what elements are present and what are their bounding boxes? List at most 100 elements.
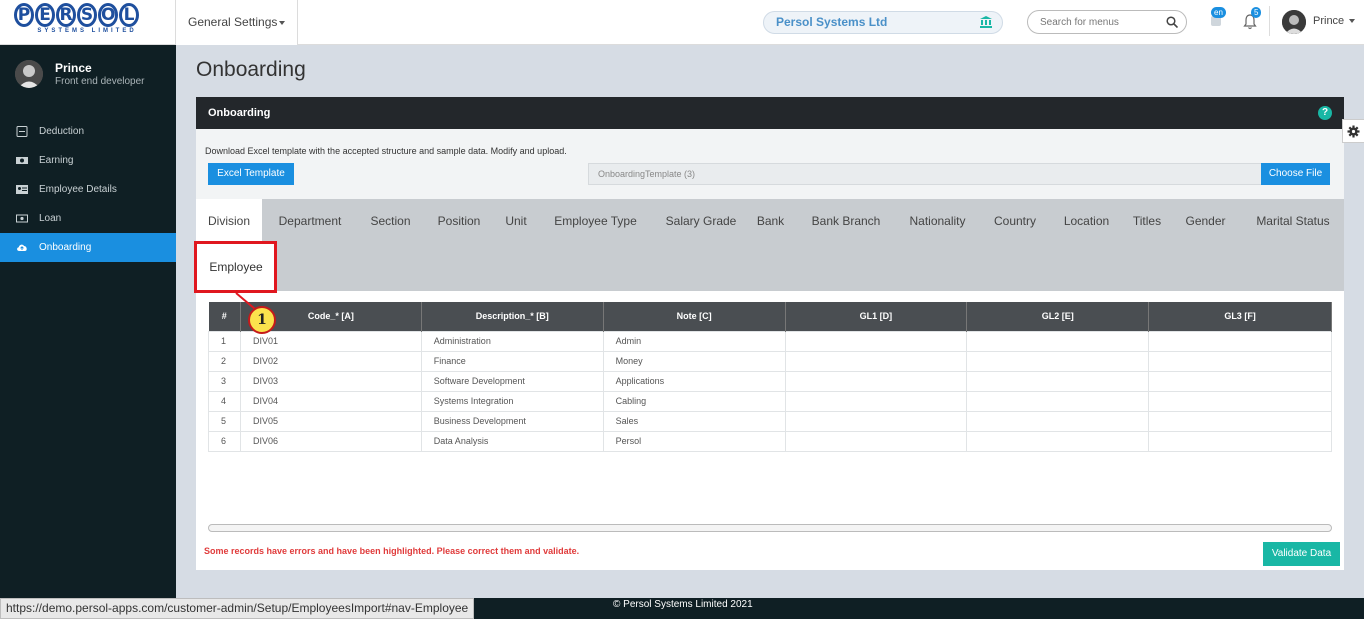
table-cell[interactable] xyxy=(966,350,1150,372)
tab-position[interactable]: Position xyxy=(424,199,494,243)
notification-badge: 5 xyxy=(1251,7,1262,18)
company-name: Persol Systems Ltd xyxy=(776,15,888,29)
table-cell[interactable]: 6 xyxy=(208,430,241,452)
tab-division[interactable]: Division xyxy=(196,199,262,243)
sidebar-item-onboarding[interactable]: Onboarding xyxy=(0,233,176,262)
table-cell[interactable]: Money xyxy=(602,350,786,372)
company-selector[interactable]: Persol Systems Ltd xyxy=(763,11,1003,34)
column-header[interactable]: # xyxy=(208,302,241,331)
column-header[interactable]: Note [C] xyxy=(603,302,786,331)
tab-unit[interactable]: Unit xyxy=(495,199,537,243)
table-cell[interactable]: DIV06 xyxy=(239,430,422,452)
table-cell[interactable] xyxy=(966,410,1150,432)
table-cell[interactable] xyxy=(784,430,968,452)
horizontal-scrollbar[interactable] xyxy=(208,524,1332,532)
minus-square-icon xyxy=(16,126,28,137)
settings-toggle[interactable] xyxy=(1342,119,1364,143)
table-cell[interactable]: DIV04 xyxy=(239,390,422,412)
table-cell[interactable] xyxy=(1148,430,1332,452)
table-cell[interactable]: Software Development xyxy=(420,370,604,392)
user-menu[interactable]: Prince xyxy=(1313,15,1356,27)
file-name-field[interactable]: OnboardingTemplate (3) xyxy=(588,163,1262,185)
table-cell[interactable]: 3 xyxy=(208,370,241,392)
table-cell[interactable]: 1 xyxy=(208,330,241,352)
tab-gender[interactable]: Gender xyxy=(1178,199,1233,243)
table-cell[interactable] xyxy=(1148,390,1332,412)
sidebar-item-loan[interactable]: Loan xyxy=(0,204,176,233)
cash-icon xyxy=(16,214,28,223)
tab-bank-branch[interactable]: Bank Branch xyxy=(797,199,895,243)
table-cell[interactable]: Business Development xyxy=(420,410,604,432)
tab-location[interactable]: Location xyxy=(1050,199,1123,243)
table-cell[interactable] xyxy=(784,350,968,372)
user-avatar[interactable] xyxy=(1282,10,1306,34)
tab-salary-grade[interactable]: Salary Grade xyxy=(652,199,750,243)
table-cell[interactable] xyxy=(966,430,1150,452)
choose-file-button[interactable]: Choose File xyxy=(1261,163,1330,185)
tab-country[interactable]: Country xyxy=(980,199,1050,243)
sidebar-item-earning[interactable]: Earning xyxy=(0,146,176,175)
table-cell[interactable]: 2 xyxy=(208,350,241,372)
top-bar: PERSOL SYSTEMS LIMITED General Settings … xyxy=(0,0,1364,45)
column-header[interactable]: GL2 [E] xyxy=(966,302,1150,331)
table-cell[interactable]: DIV01 xyxy=(239,330,422,352)
table-cell[interactable] xyxy=(784,410,968,432)
table-cell[interactable] xyxy=(966,330,1150,352)
user-name: Prince xyxy=(1313,15,1345,27)
table-row: 6 DIV06 Data Analysis Persol xyxy=(208,430,1332,452)
general-settings-dropdown[interactable]: General Settings xyxy=(175,0,298,45)
table-cell[interactable] xyxy=(966,390,1150,412)
sidebar-item-deduction[interactable]: Deduction xyxy=(0,117,176,146)
tab-titles[interactable]: Titles xyxy=(1123,199,1171,243)
table-cell[interactable]: Cabling xyxy=(602,390,786,412)
table-cell[interactable]: Data Analysis xyxy=(420,430,604,452)
table-cell[interactable] xyxy=(1148,410,1332,432)
callout-number: 1 xyxy=(248,306,276,334)
tab-bank[interactable]: Bank xyxy=(747,199,794,243)
validate-data-button[interactable]: Validate Data xyxy=(1263,542,1340,566)
excel-template-button[interactable]: Excel Template xyxy=(208,163,294,185)
tab-department[interactable]: Department xyxy=(262,199,358,243)
logo-letter: E xyxy=(35,3,55,27)
table-cell[interactable]: Admin xyxy=(602,330,786,352)
table-cell[interactable]: DIV05 xyxy=(239,410,422,432)
logo-letter: S xyxy=(77,3,97,27)
logo-letters: PERSOL xyxy=(14,3,160,27)
table-cell[interactable] xyxy=(966,370,1150,392)
tab-marital-status[interactable]: Marital Status xyxy=(1246,199,1340,243)
table-cell[interactable] xyxy=(1148,350,1332,372)
table-cell[interactable] xyxy=(784,370,968,392)
table-cell[interactable]: Sales xyxy=(602,410,786,432)
search-input[interactable] xyxy=(1028,11,1158,33)
table-cell[interactable]: 4 xyxy=(208,390,241,412)
sidebar-item-employee-details[interactable]: Employee Details xyxy=(0,175,176,204)
search-icon[interactable] xyxy=(1166,16,1178,28)
column-header[interactable]: GL1 [D] xyxy=(785,302,968,331)
table-cell[interactable]: DIV02 xyxy=(239,350,422,372)
sidebar-item-label: Employee Details xyxy=(39,184,117,195)
logo-letter: P xyxy=(14,3,34,27)
table-cell[interactable] xyxy=(784,390,968,412)
tab-employee-type[interactable]: Employee Type xyxy=(540,199,651,243)
tab-nationality[interactable]: Nationality xyxy=(895,199,980,243)
table-cell[interactable]: Systems Integration xyxy=(420,390,604,412)
table-cell[interactable]: DIV03 xyxy=(239,370,422,392)
header-divider xyxy=(1269,6,1270,36)
tab-section[interactable]: Section xyxy=(359,199,422,243)
table-cell[interactable] xyxy=(1148,370,1332,392)
sidebar-item-label: Onboarding xyxy=(39,242,92,253)
table-cell[interactable]: Persol xyxy=(602,430,786,452)
table-cell[interactable]: Applications xyxy=(602,370,786,392)
table-cell[interactable]: Finance xyxy=(420,350,604,372)
logo-letter: R xyxy=(56,3,76,27)
menu-search xyxy=(1027,10,1187,34)
table-cell[interactable] xyxy=(784,330,968,352)
column-header[interactable]: Description_* [B] xyxy=(421,302,604,331)
table-cell[interactable]: 5 xyxy=(208,410,241,432)
help-icon[interactable]: ? xyxy=(1318,106,1332,120)
table-cell[interactable]: Administration xyxy=(420,330,604,352)
persol-logo[interactable]: PERSOL SYSTEMS LIMITED xyxy=(14,3,160,39)
table-cell[interactable] xyxy=(1148,330,1332,352)
column-header[interactable]: GL3 [F] xyxy=(1148,302,1332,331)
logo-letter: L xyxy=(119,3,139,27)
